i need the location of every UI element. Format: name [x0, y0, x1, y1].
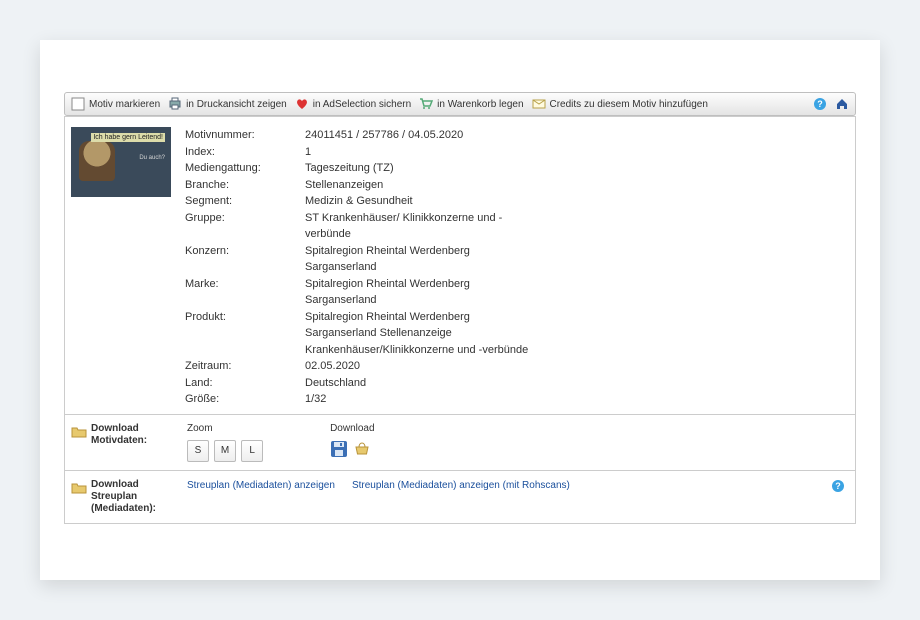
help-icon[interactable]: ?: [831, 479, 845, 493]
detail-key: Land:: [185, 375, 305, 392]
svg-text:?: ?: [817, 99, 823, 109]
zoom-l-button[interactable]: L: [241, 440, 263, 462]
mark-motiv-button[interactable]: Motiv markieren: [71, 97, 160, 111]
detail-value: 1/32: [305, 391, 535, 408]
folder-icon: [71, 480, 87, 496]
motiv-thumbnail[interactable]: Ich habe gern Leitend! Du auch?: [71, 127, 171, 197]
print-view-button[interactable]: in Druckansicht zeigen: [168, 97, 287, 111]
detail-key: Motivnummer:: [185, 127, 305, 144]
download-header: Download: [330, 423, 374, 434]
streuplan-link[interactable]: Streuplan (Mediadaten) anzeigen: [187, 480, 335, 491]
download-streuplan-label: Download Streuplan (Mediadaten):: [91, 479, 167, 515]
cart-icon: [419, 97, 433, 111]
help-icon[interactable]: ?: [813, 97, 827, 111]
detail-value: Spitalregion Rheintal Werdenberg Sargans…: [305, 243, 535, 276]
download-streuplan-section: Download Streuplan (Mediadaten): Streupl…: [64, 471, 856, 524]
detail-row: Produkt:Spitalregion Rheintal Werdenberg…: [185, 309, 843, 359]
detail-value: ST Krankenhäuser/ Klinikkonzerne und -ve…: [305, 210, 535, 243]
download-basket-icon[interactable]: [354, 441, 370, 460]
detail-row: Branche:Stellenanzeigen: [185, 177, 843, 194]
detail-key: Größe:: [185, 391, 305, 408]
action-toolbar: Motiv markieren in Druckansicht zeigen i…: [64, 92, 856, 116]
detail-value: Medizin & Gesundheit: [305, 193, 535, 210]
detail-row: Index:1: [185, 144, 843, 161]
save-icon[interactable]: [330, 440, 348, 461]
credits-label: Credits zu diesem Motiv hinzufügen: [550, 99, 708, 110]
zoom-m-button[interactable]: M: [214, 440, 236, 462]
mark-motiv-label: Motiv markieren: [89, 99, 160, 110]
streuplan-rohscans-link[interactable]: Streuplan (Mediadaten) anzeigen (mit Roh…: [352, 480, 570, 491]
detail-key: Mediengattung:: [185, 160, 305, 177]
mail-icon: [532, 97, 546, 111]
detail-row: Segment:Medizin & Gesundheit: [185, 193, 843, 210]
thumb-tag-1: Ich habe gern Leitend!: [91, 133, 165, 142]
detail-value: Tageszeitung (TZ): [305, 160, 535, 177]
heart-icon: [295, 97, 309, 111]
checkbox-icon: [71, 97, 85, 111]
detail-key: Zeitraum:: [185, 358, 305, 375]
detail-value: Spitalregion Rheintal Werdenberg Sargans…: [305, 309, 535, 359]
cart-label: in Warenkorb legen: [437, 99, 523, 110]
download-motivdaten-label: Download Motivdaten:: [91, 423, 167, 447]
detail-row: Zeitraum:02.05.2020: [185, 358, 843, 375]
detail-value: Deutschland: [305, 375, 535, 392]
cart-button[interactable]: in Warenkorb legen: [419, 97, 523, 111]
panel-card: Motiv markieren in Druckansicht zeigen i…: [40, 40, 880, 580]
detail-key: Index:: [185, 144, 305, 161]
detail-value: 02.05.2020: [305, 358, 535, 375]
detail-row: Konzern:Spitalregion Rheintal Werdenberg…: [185, 243, 843, 276]
detail-value: Spitalregion Rheintal Werdenberg Sargans…: [305, 276, 535, 309]
thumb-tag-2: Du auch?: [139, 155, 165, 161]
detail-key: Segment:: [185, 193, 305, 210]
adselection-button[interactable]: in AdSelection sichern: [295, 97, 411, 111]
details-section: Ich habe gern Leitend! Du auch? Motivnum…: [64, 116, 856, 415]
detail-row: Größe:1/32: [185, 391, 843, 408]
credits-button[interactable]: Credits zu diesem Motiv hinzufügen: [532, 97, 708, 111]
detail-row: Motivnummer:24011451 / 257786 / 04.05.20…: [185, 127, 843, 144]
detail-key: Branche:: [185, 177, 305, 194]
printer-icon: [168, 97, 182, 111]
detail-key: Marke:: [185, 276, 305, 309]
detail-row: Mediengattung:Tageszeitung (TZ): [185, 160, 843, 177]
details-table: Motivnummer:24011451 / 257786 / 04.05.20…: [185, 127, 843, 408]
detail-value: Stellenanzeigen: [305, 177, 535, 194]
detail-key: Konzern:: [185, 243, 305, 276]
detail-value: 1: [305, 144, 535, 161]
download-motivdaten-section: Download Motivdaten: Zoom S M L Download: [64, 415, 856, 471]
adselection-label: in AdSelection sichern: [313, 99, 411, 110]
detail-row: Gruppe:ST Krankenhäuser/ Klinikkonzerne …: [185, 210, 843, 243]
zoom-s-button[interactable]: S: [187, 440, 209, 462]
detail-value: 24011451 / 257786 / 04.05.2020: [305, 127, 535, 144]
detail-row: Marke:Spitalregion Rheintal Werdenberg S…: [185, 276, 843, 309]
detail-key: Gruppe:: [185, 210, 305, 243]
svg-text:?: ?: [835, 481, 841, 491]
home-icon[interactable]: [835, 97, 849, 111]
detail-key: Produkt:: [185, 309, 305, 359]
zoom-header: Zoom: [187, 423, 327, 434]
detail-row: Land:Deutschland: [185, 375, 843, 392]
print-view-label: in Druckansicht zeigen: [186, 99, 287, 110]
folder-icon: [71, 424, 87, 440]
